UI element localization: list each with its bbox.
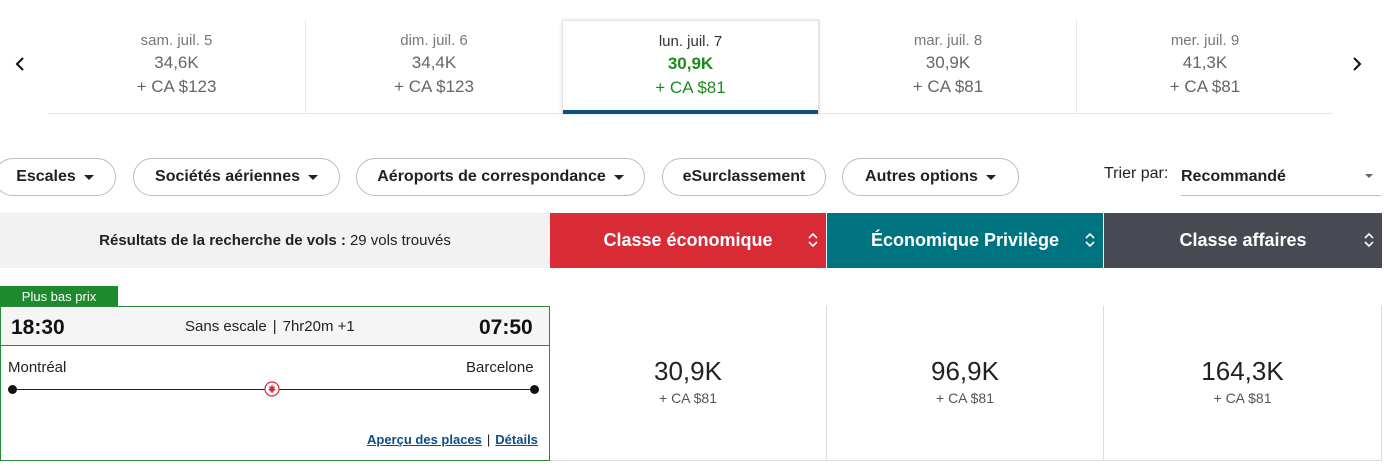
- cabin-header-label: Économique Privilège: [870, 230, 1060, 250]
- date-cash: + CA $81: [912, 77, 984, 96]
- connecting-airports-filter-label: Aéroports de correspondance: [377, 168, 606, 185]
- fare-business[interactable]: 164,3K + CA $81: [1104, 306, 1382, 461]
- fare-economy[interactable]: 30,9K + CA $81: [550, 306, 827, 461]
- fare-cash: + CA $81: [659, 390, 717, 406]
- seat-preview-link[interactable]: Aperçu des places: [367, 432, 482, 447]
- details-link[interactable]: Détails: [495, 432, 538, 447]
- date-option-jul-9[interactable]: mer. juil. 9 41,3K + CA $81: [1076, 20, 1333, 114]
- caret-down-icon: [1365, 174, 1373, 178]
- other-options-filter-button[interactable]: Autres options: [842, 158, 1019, 196]
- date-cash: + CA $123: [394, 77, 474, 96]
- caret-down-icon: [83, 174, 94, 180]
- cabin-header-economy[interactable]: Classe économique: [550, 213, 826, 268]
- sort-icon: [1364, 232, 1374, 248]
- departure-time: 18:30: [11, 316, 65, 339]
- date-label: mer. juil. 9: [1170, 32, 1240, 49]
- date-label: sam. juil. 5: [140, 32, 213, 49]
- airlines-filter-label: Sociétés aériennes: [155, 168, 300, 185]
- other-options-filter-label: Autres options: [865, 168, 978, 185]
- sort-label: Trier par:: [1104, 165, 1169, 182]
- stops-filter-button[interactable]: Escales: [0, 158, 116, 196]
- date-option-jul-5[interactable]: sam. juil. 5 34,6K + CA $123: [48, 20, 305, 114]
- chevron-right-icon: [1353, 57, 1362, 71]
- date-cash: + CA $123: [136, 77, 217, 96]
- flight-links: Aperçu des places | Détails: [367, 432, 538, 447]
- date-label: lun. juil. 7: [658, 33, 723, 50]
- date-points: 41,3K: [1182, 53, 1228, 72]
- sort-icon: [808, 232, 818, 248]
- connecting-airports-filter-button[interactable]: Aéroports de correspondance: [356, 158, 645, 196]
- fare-points: 164,3K: [1201, 356, 1284, 386]
- stops-filter-label: Escales: [16, 168, 76, 185]
- esurclassement-filter-label: eSurclassement: [682, 168, 806, 185]
- duration-text: 7hr20m +1: [282, 318, 355, 335]
- cabin-header-label: Classe économique: [603, 230, 773, 250]
- destination-dot: [530, 385, 539, 394]
- previous-dates-button[interactable]: [8, 52, 32, 76]
- date-points: 34,4K: [411, 53, 457, 72]
- date-points: 30,9K: [667, 54, 714, 73]
- link-separator: |: [486, 432, 491, 447]
- air-canada-logo-icon: [264, 381, 280, 397]
- date-points: 30,9K: [925, 53, 971, 72]
- chevron-left-icon: [15, 57, 24, 71]
- results-count: 29 vols trouvés: [349, 232, 451, 249]
- sort-icon: [1085, 232, 1095, 248]
- date-cash: + CA $81: [1169, 77, 1241, 96]
- arrival-time: 07:50: [479, 316, 533, 339]
- airlines-filter-button[interactable]: Sociétés aériennes: [133, 158, 340, 196]
- fare-cash: + CA $81: [1213, 390, 1272, 406]
- caret-down-icon: [613, 174, 624, 180]
- caret-down-icon: [985, 174, 996, 180]
- stops-text: Sans escale: [185, 318, 267, 335]
- fare-cash: + CA $81: [936, 390, 994, 406]
- origin-dot: [8, 385, 17, 394]
- fare-premium[interactable]: 96,9K + CA $81: [827, 306, 1104, 461]
- fare-points: 30,9K: [654, 356, 722, 386]
- destination-city: Barcelone: [466, 359, 534, 376]
- date-option-jul-8[interactable]: mar. juil. 8 30,9K + CA $81: [819, 20, 1076, 114]
- sort-select-value: Recommandé: [1181, 168, 1286, 185]
- date-cash: + CA $81: [655, 78, 726, 97]
- fare-points: 96,9K: [931, 356, 999, 386]
- cabin-header-premium[interactable]: Économique Privilège: [827, 213, 1103, 268]
- sort-select[interactable]: Recommandé: [1181, 164, 1381, 196]
- date-points: 34,6K: [154, 53, 199, 72]
- date-label: dim. juil. 6: [400, 32, 468, 49]
- flight-stops-duration: Sans escale | 7hr20m +1: [185, 318, 355, 335]
- esurclassement-filter-button[interactable]: eSurclassement: [662, 158, 826, 196]
- date-label: mar. juil. 8: [913, 32, 983, 49]
- cabin-header-label: Classe affaires: [1179, 230, 1307, 250]
- lowest-price-badge: Plus bas prix: [0, 286, 118, 306]
- date-option-jul-6[interactable]: dim. juil. 6 34,4K + CA $123: [305, 20, 562, 114]
- results-header: Résultats de la recherche de vols : 29 v…: [0, 213, 550, 268]
- next-dates-button[interactable]: [1345, 52, 1369, 76]
- results-title: Résultats de la recherche de vols :: [99, 232, 346, 249]
- origin-city: Montréal: [8, 359, 67, 376]
- date-option-jul-7-selected[interactable]: lun. juil. 7 30,9K + CA $81: [562, 20, 819, 114]
- date-carousel: sam. juil. 5 34,6K + CA $123 dim. juil. …: [48, 20, 1333, 114]
- cabin-header-business[interactable]: Classe affaires: [1104, 213, 1382, 268]
- caret-down-icon: [307, 174, 318, 180]
- separator: |: [272, 318, 277, 335]
